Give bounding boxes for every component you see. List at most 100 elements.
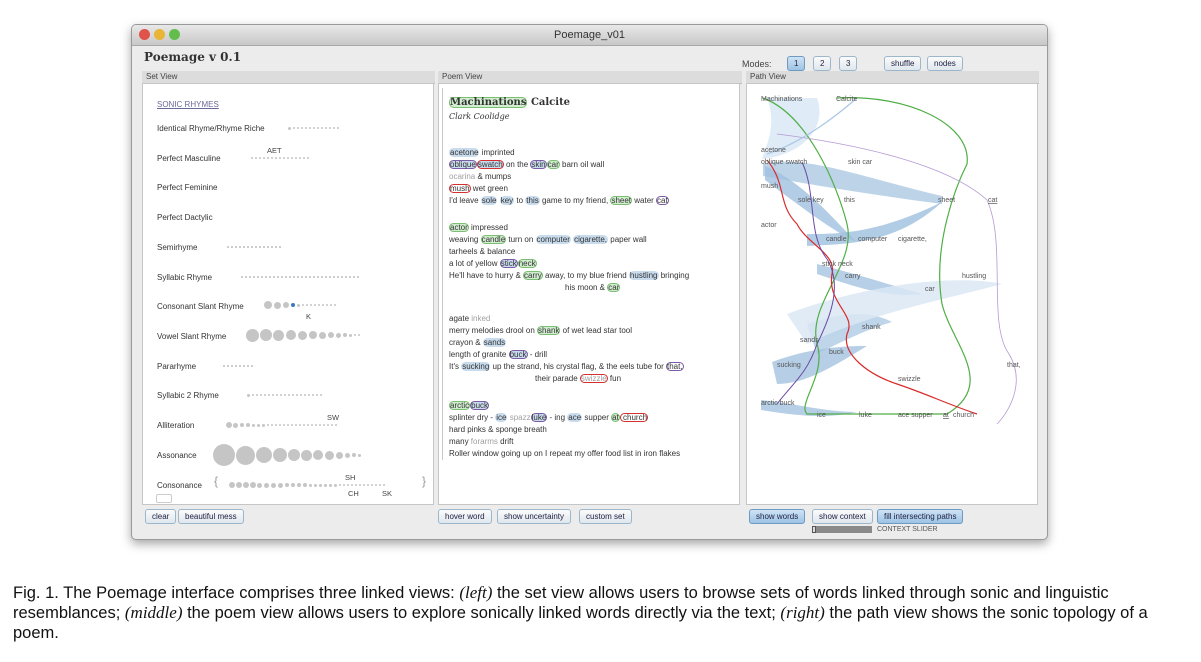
scroll-right-bracket[interactable]: } xyxy=(422,474,426,488)
set-dot[interactable] xyxy=(279,424,281,426)
set-dot[interactable] xyxy=(303,157,305,159)
set-dot[interactable] xyxy=(259,246,261,248)
set-dot[interactable] xyxy=(252,423,255,427)
set-dot[interactable] xyxy=(329,127,331,129)
set-dot[interactable] xyxy=(291,424,293,426)
set-dot[interactable] xyxy=(304,394,306,396)
set-dot[interactable] xyxy=(291,483,295,487)
set-row-alliteration[interactable]: Alliteration xyxy=(157,421,194,430)
set-dot[interactable] xyxy=(299,424,301,426)
word-candle[interactable]: candle xyxy=(480,235,507,244)
set-dot[interactable] xyxy=(297,276,299,278)
set-dot[interactable] xyxy=(309,483,312,487)
set-dot[interactable] xyxy=(317,127,319,129)
set-dot[interactable] xyxy=(367,484,369,486)
set-row-consonance[interactable]: Consonance xyxy=(157,481,202,490)
set-dot[interactable] xyxy=(267,246,269,248)
word-skin[interactable]: skin xyxy=(530,160,547,169)
set-dot[interactable] xyxy=(341,276,343,278)
set-dot[interactable] xyxy=(349,333,352,337)
set-dot[interactable] xyxy=(309,331,317,339)
set-dot[interactable] xyxy=(288,394,290,396)
show-words-button[interactable]: show words xyxy=(749,509,806,524)
set-dot[interactable] xyxy=(223,365,225,367)
set-dot[interactable] xyxy=(358,453,361,457)
set-dot[interactable] xyxy=(327,424,329,426)
set-dot[interactable] xyxy=(299,157,301,159)
set-dot[interactable] xyxy=(287,424,289,426)
set-dot[interactable] xyxy=(226,422,232,428)
set-dot[interactable] xyxy=(269,276,271,278)
set-dot[interactable] xyxy=(313,127,315,129)
set-dot[interactable] xyxy=(256,394,258,396)
set-dot[interactable] xyxy=(319,483,322,487)
set-dot[interactable] xyxy=(291,303,295,307)
set-dot[interactable] xyxy=(291,157,293,159)
set-dot[interactable] xyxy=(276,394,278,396)
set-dot[interactable] xyxy=(309,127,311,129)
word-oblique[interactable]: oblique xyxy=(449,160,477,169)
set-dot[interactable] xyxy=(331,424,333,426)
set-dot[interactable] xyxy=(313,450,323,460)
set-dot[interactable] xyxy=(280,394,282,396)
set-dot[interactable] xyxy=(275,424,277,426)
set-dot[interactable] xyxy=(329,276,331,278)
set-dot[interactable] xyxy=(337,127,339,129)
set-dot[interactable] xyxy=(306,304,308,306)
set-dot[interactable] xyxy=(349,276,351,278)
set-dot[interactable] xyxy=(310,304,312,306)
set-dot[interactable] xyxy=(363,484,365,486)
set-dot[interactable] xyxy=(326,304,328,306)
word-mush[interactable]: mush xyxy=(449,184,471,193)
set-dot[interactable] xyxy=(317,276,319,278)
word-actor[interactable]: actor xyxy=(449,223,469,232)
set-dot[interactable] xyxy=(275,157,277,159)
set-row-syllabic-2[interactable]: Syllabic 2 Rhyme xyxy=(157,391,219,400)
set-dot[interactable] xyxy=(239,365,241,367)
set-dot[interactable] xyxy=(271,157,273,159)
set-dot[interactable] xyxy=(231,365,233,367)
set-dot[interactable] xyxy=(251,157,253,159)
set-dot[interactable] xyxy=(259,157,261,159)
set-row-perfect-dactylic[interactable]: Perfect Dactylic xyxy=(157,213,213,222)
set-dot[interactable] xyxy=(311,424,313,426)
word-cigarette[interactable]: cigarette, xyxy=(573,235,609,244)
set-dot[interactable] xyxy=(352,453,356,457)
set-dot[interactable] xyxy=(278,482,283,488)
set-dot[interactable] xyxy=(256,447,272,463)
word-church[interactable]: church xyxy=(620,413,648,422)
close-button[interactable] xyxy=(139,29,150,40)
context-slider-handle[interactable] xyxy=(812,526,816,533)
set-dot[interactable] xyxy=(371,484,373,486)
set-dot[interactable] xyxy=(229,482,235,488)
set-dot[interactable] xyxy=(336,332,341,338)
show-uncertainty-button[interactable]: show uncertainty xyxy=(497,509,572,524)
set-dot[interactable] xyxy=(271,246,273,248)
set-dot[interactable] xyxy=(257,276,259,278)
set-dot[interactable] xyxy=(257,423,260,427)
set-dot[interactable] xyxy=(243,246,245,248)
set-dot[interactable] xyxy=(235,365,237,367)
set-dot[interactable] xyxy=(277,276,279,278)
set-dot[interactable] xyxy=(328,332,334,338)
word-car-2[interactable]: car xyxy=(607,283,621,292)
set-dot[interactable] xyxy=(298,330,307,340)
set-row-consonant-slant[interactable]: Consonant Slant Rhyme xyxy=(157,302,244,311)
word-that[interactable]: that, xyxy=(666,362,684,371)
set-dot[interactable] xyxy=(227,246,229,248)
set-dot[interactable] xyxy=(274,301,281,309)
word-calcite[interactable]: Calcite xyxy=(531,97,570,108)
word-sole[interactable]: sole xyxy=(480,196,498,205)
set-dot[interactable] xyxy=(325,127,327,129)
set-dot[interactable] xyxy=(247,246,249,248)
set-dot[interactable] xyxy=(297,483,301,487)
set-dot[interactable] xyxy=(312,394,314,396)
mode-3-button[interactable]: 3 xyxy=(839,56,858,71)
set-dot[interactable] xyxy=(260,394,262,396)
set-dot[interactable] xyxy=(300,394,302,396)
set-dot[interactable] xyxy=(275,246,277,248)
fill-intersecting-paths-button[interactable]: fill intersecting paths xyxy=(877,509,964,524)
set-dot[interactable] xyxy=(284,394,286,396)
set-row-perfect-masculine[interactable]: Perfect Masculine xyxy=(157,154,221,163)
scroll-left-bracket[interactable]: { xyxy=(214,474,218,488)
